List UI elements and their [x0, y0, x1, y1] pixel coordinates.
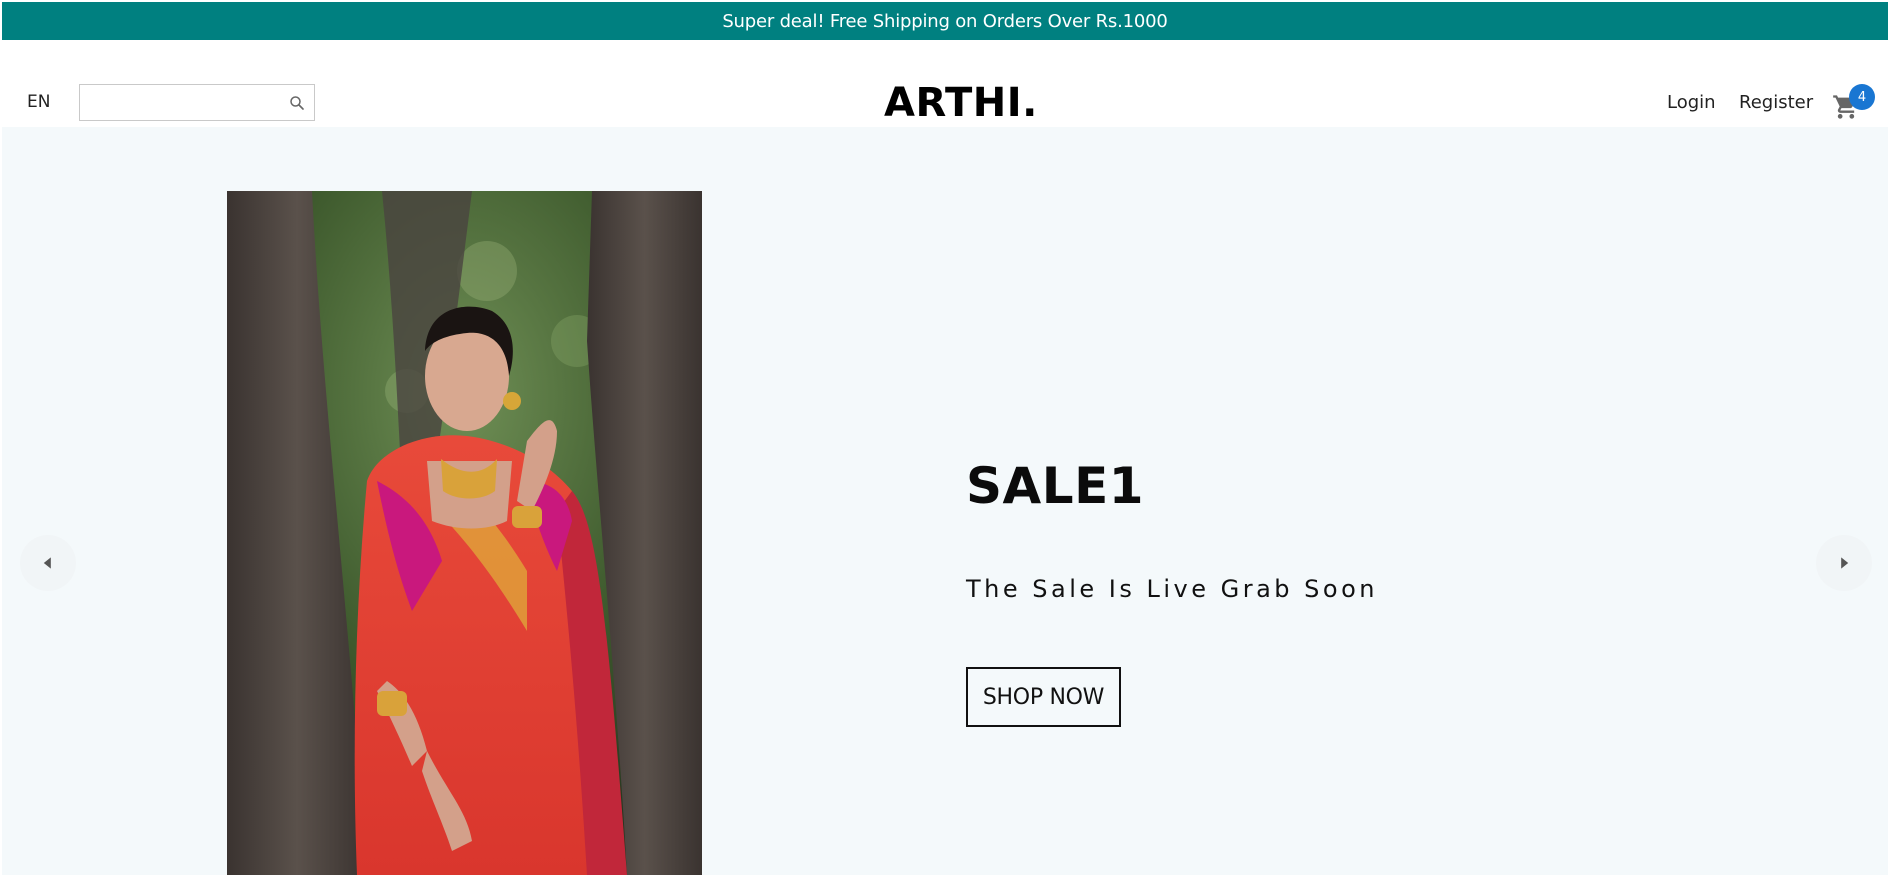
site-logo[interactable]: ARTHI. — [884, 80, 1038, 126]
announcement-bar: Super deal! Free Shipping on Orders Over… — [2, 2, 1888, 40]
search-box — [79, 84, 315, 121]
login-link[interactable]: Login — [1667, 92, 1716, 113]
shop-now-button[interactable]: SHOP NOW — [966, 667, 1121, 727]
slider-next-button[interactable] — [1816, 535, 1872, 591]
navbar: EN ARTHI. Login Register 4 — [0, 40, 1890, 127]
slide-description: The Sale Is Live Grab Soon — [966, 575, 1378, 603]
slide-title: SALE1 — [966, 457, 1145, 515]
woman-in-saree-photo — [227, 191, 702, 875]
cart-count-badge: 4 — [1849, 84, 1875, 110]
cart-button[interactable]: 4 — [1832, 84, 1878, 124]
announcement-text: Super deal! Free Shipping on Orders Over… — [722, 10, 1168, 32]
slider-prev-button[interactable] — [20, 535, 76, 591]
language-selector[interactable]: EN — [27, 92, 50, 112]
page: Super deal! Free Shipping on Orders Over… — [0, 0, 1890, 875]
chevron-right-icon — [1841, 557, 1849, 569]
slide-image — [227, 191, 702, 875]
hero-slider: SALE1 The Sale Is Live Grab Soon SHOP NO… — [2, 127, 1888, 875]
chevron-left-icon — [43, 557, 51, 569]
search-icon[interactable] — [288, 94, 306, 112]
register-link[interactable]: Register — [1739, 92, 1813, 113]
search-input[interactable] — [86, 90, 276, 115]
